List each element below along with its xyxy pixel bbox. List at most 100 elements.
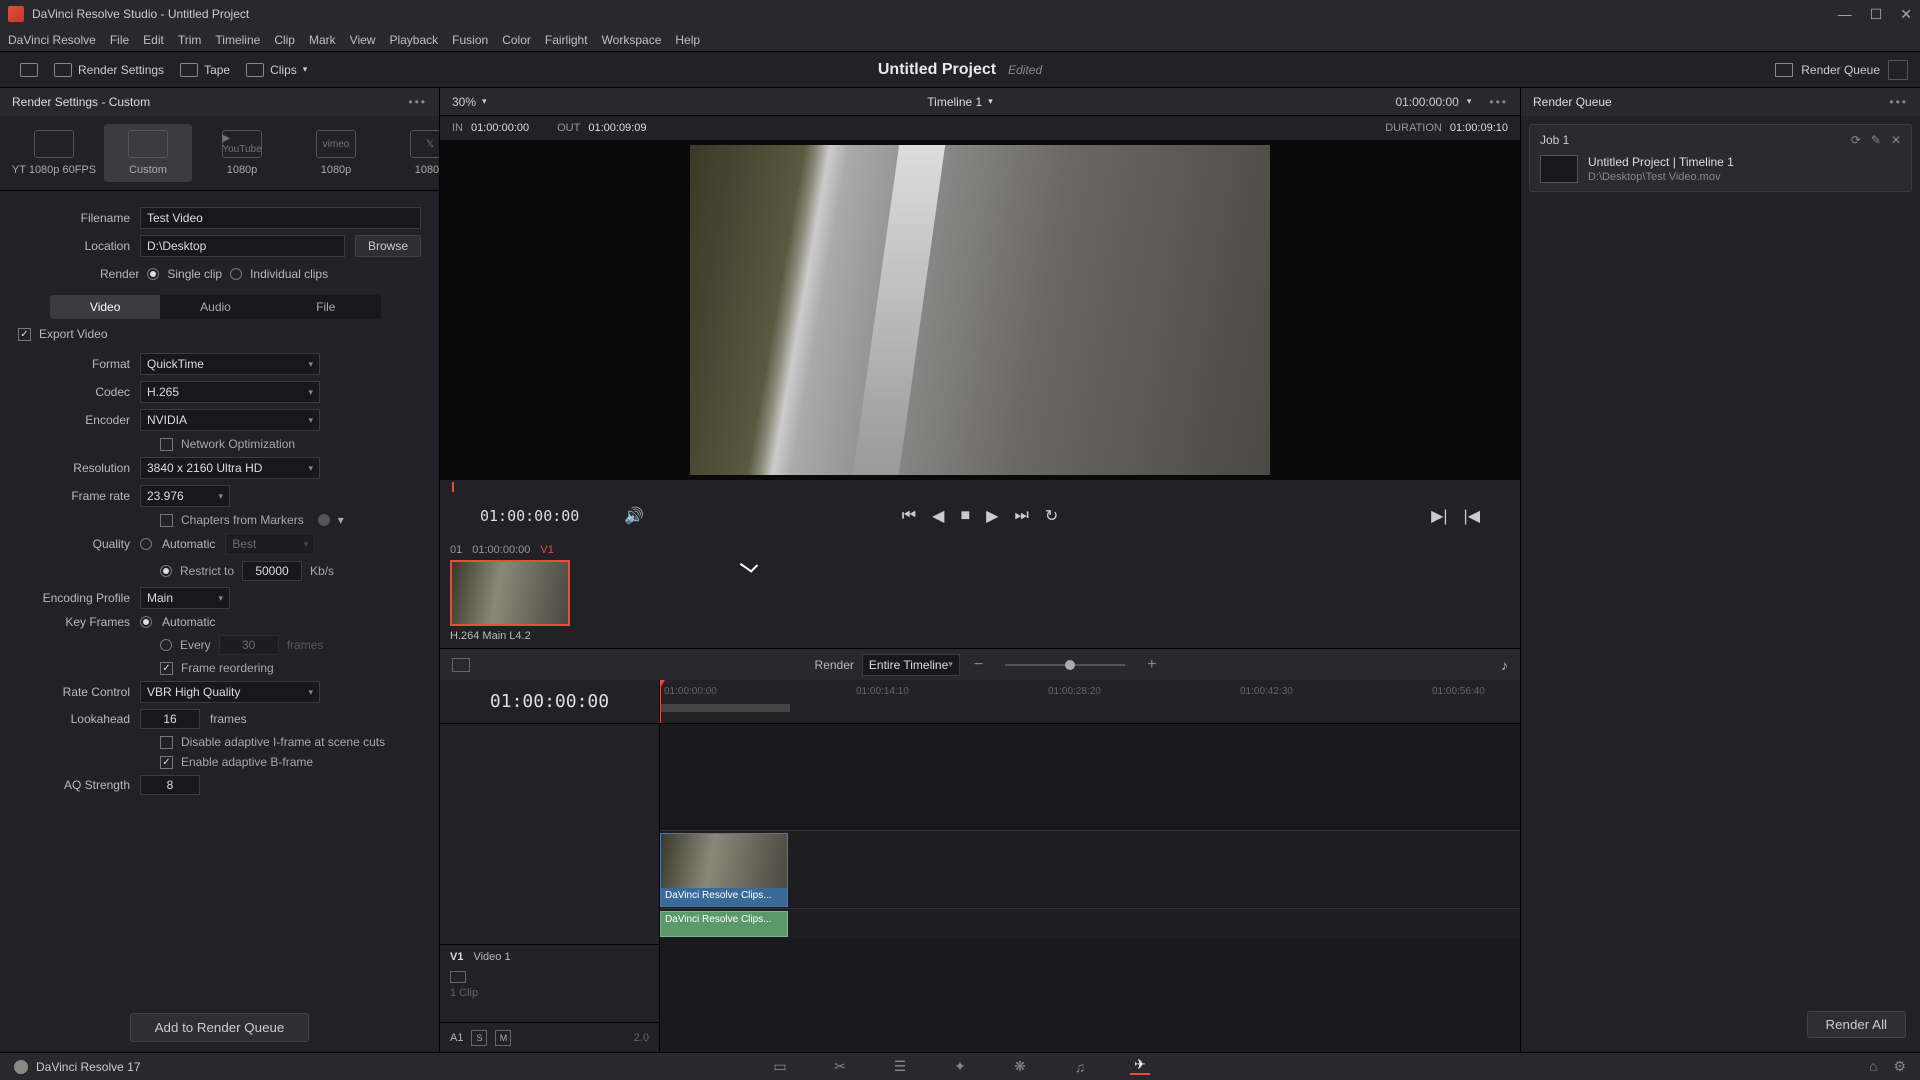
encoder-select[interactable]: NVIDIA▾ (140, 409, 320, 431)
menu-fairlight[interactable]: Fairlight (545, 33, 588, 47)
in-point[interactable]: 01:00:00:00 (471, 122, 529, 134)
render-job[interactable]: Job 1 ⟳✎✕ Untitled Project | Timeline 1 … (1529, 124, 1912, 192)
framerate-select[interactable]: 23.976▾ (140, 485, 230, 507)
quality-auto-radio[interactable] (140, 538, 152, 550)
zoom-in-button[interactable]: + (1147, 656, 1156, 674)
cut-page-icon[interactable]: ✂ (830, 1059, 850, 1075)
keyframes-auto-radio[interactable] (140, 616, 152, 628)
timeline-view-button[interactable] (452, 658, 470, 672)
job-delete-icon[interactable]: ✕ (1891, 133, 1901, 147)
menu-mark[interactable]: Mark (309, 33, 336, 47)
preset-vimeo-1080p[interactable]: vimeo1080p (292, 124, 380, 182)
frame-reordering-checkbox[interactable] (160, 662, 173, 675)
transport-timecode[interactable]: 01:00:00:00 (480, 507, 610, 525)
menu-color[interactable]: Color (502, 33, 531, 47)
viewer-scrubber[interactable] (440, 480, 1520, 494)
job-edit-icon[interactable]: ✎ (1871, 133, 1881, 147)
menu-timeline[interactable]: Timeline (215, 33, 260, 47)
preset-yt-1080p-60[interactable]: YT 1080p 60FPS (10, 124, 98, 182)
close-button[interactable]: ✕ (1900, 6, 1912, 23)
viewer-menu-icon[interactable]: ••• (1489, 95, 1508, 109)
bitrate-input[interactable] (242, 561, 302, 581)
video-clip[interactable]: DaVinci Resolve Clips... (660, 833, 788, 907)
render-scope-select[interactable]: Entire Timeline▾ (862, 654, 960, 676)
single-clip-radio[interactable] (147, 268, 159, 280)
tab-file[interactable]: File (271, 295, 381, 319)
chapters-color-swatch[interactable] (318, 514, 330, 526)
fusion-page-icon[interactable]: ✦ (950, 1059, 970, 1075)
render-settings-button[interactable]: Render Settings (46, 59, 172, 81)
browse-button[interactable]: Browse (355, 235, 421, 257)
filename-input[interactable] (140, 207, 421, 229)
timecode-display[interactable]: 01:00:00:00 (1395, 95, 1458, 109)
fairlight-page-icon[interactable]: ♫ (1070, 1059, 1090, 1075)
network-opt-checkbox[interactable] (160, 438, 173, 451)
clips-button[interactable]: Clips▾ (238, 59, 315, 81)
menu-workspace[interactable]: Workspace (602, 33, 662, 47)
play-button[interactable]: ▶ (986, 506, 998, 526)
aq-strength-input[interactable] (140, 775, 200, 795)
menu-playback[interactable]: Playback (389, 33, 438, 47)
menu-clip[interactable]: Clip (274, 33, 295, 47)
first-frame-button[interactable]: ⏮ (902, 507, 916, 525)
location-input[interactable] (140, 235, 345, 257)
video-track-header[interactable]: V1Video 1 1 Clip (440, 944, 659, 1022)
chapters-checkbox[interactable] (160, 514, 173, 527)
panel-menu-icon[interactable]: ••• (408, 95, 427, 109)
keyframes-every-radio[interactable] (160, 639, 172, 651)
timeline-dropdown[interactable]: Timeline 1▾ (927, 95, 992, 109)
tab-audio[interactable]: Audio (160, 295, 270, 319)
format-select[interactable]: QuickTime▾ (140, 353, 320, 375)
zoom-dropdown[interactable]: 30%▾ (452, 95, 487, 109)
render-queue-button[interactable]: Render Queue (1775, 63, 1880, 77)
media-page-icon[interactable]: ▭ (770, 1059, 790, 1075)
maximize-button[interactable]: ☐ (1870, 6, 1883, 23)
prev-frame-button[interactable]: ◀ (932, 506, 944, 526)
audio-clip[interactable]: DaVinci Resolve Clips... (660, 911, 788, 937)
menu-help[interactable]: Help (675, 33, 700, 47)
edit-page-icon[interactable]: ☰ (890, 1059, 910, 1075)
project-settings-icon[interactable]: ⚙ (1893, 1058, 1906, 1075)
next-clip-button[interactable]: ▶| (1431, 506, 1447, 526)
expand-button[interactable] (1888, 60, 1908, 80)
tab-video[interactable]: Video (50, 295, 160, 319)
menu-fusion[interactable]: Fusion (452, 33, 488, 47)
audio-track[interactable]: DaVinci Resolve Clips... (660, 908, 1520, 938)
menu-davinci[interactable]: DaVinci Resolve (8, 33, 96, 47)
volume-icon[interactable]: 🔊 (624, 506, 644, 526)
loop-button[interactable]: ↻ (1045, 506, 1058, 526)
menu-file[interactable]: File (110, 33, 129, 47)
preset-twitter-1080p[interactable]: 𝕏1080p (386, 124, 439, 182)
menu-edit[interactable]: Edit (143, 33, 164, 47)
individual-clips-radio[interactable] (230, 268, 242, 280)
home-icon[interactable]: ⌂ (1869, 1058, 1877, 1075)
disable-iframe-checkbox[interactable] (160, 736, 173, 749)
track-thumb-toggle[interactable] (450, 971, 466, 983)
lookahead-input[interactable] (140, 709, 200, 729)
source-clip-thumbnail[interactable] (450, 560, 570, 626)
queue-menu-icon[interactable]: ••• (1889, 95, 1908, 109)
preset-youtube-1080p[interactable]: ▶ YouTube1080p (198, 124, 286, 182)
encoding-profile-select[interactable]: Main▾ (140, 587, 230, 609)
export-video-checkbox[interactable] (18, 328, 31, 341)
audio-meters-icon[interactable]: ♪ (1501, 657, 1508, 673)
deliver-page-icon[interactable]: ✈ (1130, 1059, 1150, 1075)
out-point[interactable]: 01:00:09:09 (588, 122, 646, 134)
render-all-button[interactable]: Render All (1807, 1011, 1907, 1038)
tape-button[interactable]: Tape (172, 59, 238, 81)
video-viewer[interactable] (440, 140, 1520, 480)
solo-button[interactable]: S (471, 1030, 487, 1046)
add-to-render-queue-button[interactable]: Add to Render Queue (130, 1013, 310, 1042)
quick-export-button[interactable] (12, 59, 46, 81)
last-frame-button[interactable]: |◀ (1464, 506, 1480, 526)
color-page-icon[interactable]: ❋ (1010, 1059, 1030, 1075)
timeline-timecode[interactable]: 01:00:00:00 (440, 680, 659, 724)
video-track[interactable]: DaVinci Resolve Clips... (660, 830, 1520, 908)
audio-track-header[interactable]: A1 S M 2.0 (440, 1022, 659, 1052)
codec-select[interactable]: H.265▾ (140, 381, 320, 403)
timeline-zoom-slider[interactable] (1005, 664, 1125, 666)
menu-view[interactable]: View (350, 33, 376, 47)
timeline-ruler[interactable]: 01:00:00:00 01:00:14:10 01:00:28:20 01:0… (660, 680, 1520, 724)
next-frame-button[interactable]: ⏭ (1014, 507, 1028, 525)
zoom-out-button[interactable]: − (974, 656, 983, 674)
